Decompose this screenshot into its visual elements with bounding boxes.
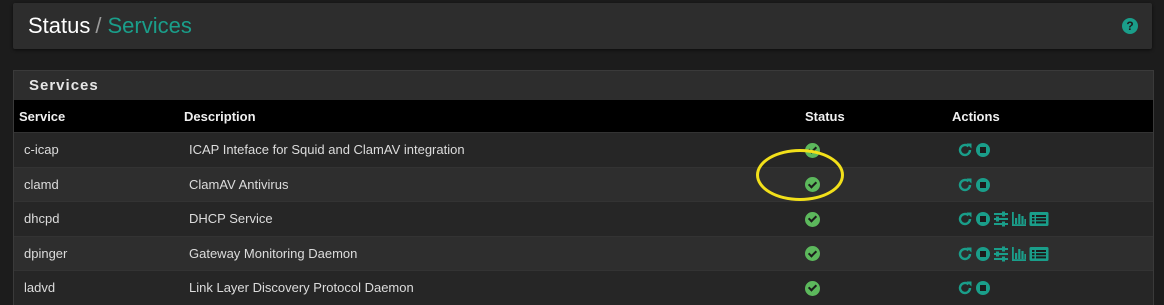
service-name: ladvd [24,280,56,296]
table-row: dhcpd DHCP Service [14,201,1153,237]
service-name: c-icap [24,142,59,158]
stop-icon[interactable] [975,246,991,262]
stop-icon[interactable] [975,142,991,158]
service-name: dpinger [24,245,68,261]
column-header-actions: Actions [952,108,1000,124]
table-header-row: Service Description Status Actions [14,100,1153,133]
services-table: Service Description Status Actions c-ica… [14,100,1153,305]
status-chart-icon[interactable] [1011,246,1027,262]
breadcrumb-current-page[interactable]: Services [108,13,192,38]
service-name: dhcpd [24,211,60,227]
panel-title: Services [14,71,1153,100]
service-actions [942,133,1153,168]
restart-icon[interactable] [957,246,973,262]
service-description: Link Layer Discovery Protocol Daemon [189,280,414,296]
restart-icon[interactable] [957,177,973,193]
column-header-status[interactable]: Status [797,100,942,133]
service-name: clamd [24,176,59,192]
service-status-cell [797,167,942,202]
check-circle-icon [805,177,820,193]
check-circle-icon [805,211,820,227]
table-row: dpinger Gateway Monitoring Daemon [14,236,1153,271]
restart-icon[interactable] [957,142,973,158]
restart-icon[interactable] [957,280,973,296]
settings-sliders-icon[interactable] [993,211,1009,227]
service-actions [942,202,1153,237]
service-description: ClamAV Antivirus [189,176,289,192]
column-header-description[interactable]: Description [174,100,797,133]
table-row: clamd ClamAV Antivirus [14,167,1153,202]
page-header: Status / Services ? [13,3,1152,49]
service-status-cell [797,271,942,305]
stop-icon[interactable] [975,177,991,193]
table-row: c-icap ICAP Inteface for Squid and ClamAV… [14,132,1153,168]
stop-icon[interactable] [975,280,991,296]
service-status-cell [797,202,942,237]
breadcrumb-separator: / [95,13,102,38]
breadcrumb: Status / Services [28,13,192,39]
question-circle-icon[interactable]: ? [1122,18,1138,34]
check-circle-icon [805,280,820,296]
service-actions [942,167,1153,202]
service-status-cell [797,236,942,271]
service-description: ICAP Inteface for Squid and ClamAV integ… [189,142,465,158]
service-description: DHCP Service [189,211,273,227]
column-header-service[interactable]: Service [14,100,174,133]
logs-list-icon[interactable] [1029,211,1049,227]
status-chart-icon[interactable] [1011,211,1027,227]
services-panel: Services Service Description Status Acti… [13,70,1154,305]
settings-sliders-icon[interactable] [993,246,1009,262]
restart-icon[interactable] [957,211,973,227]
logs-list-icon[interactable] [1029,246,1049,262]
service-actions [942,236,1153,271]
service-status-cell [797,133,942,168]
service-description: Gateway Monitoring Daemon [189,245,358,261]
breadcrumb-status-link[interactable]: Status [28,13,90,38]
table-row: ladvd Link Layer Discovery Protocol Daemo… [14,270,1153,305]
stop-icon[interactable] [975,211,991,227]
check-circle-icon [805,142,820,158]
service-actions [942,271,1153,305]
check-circle-icon [805,246,820,262]
